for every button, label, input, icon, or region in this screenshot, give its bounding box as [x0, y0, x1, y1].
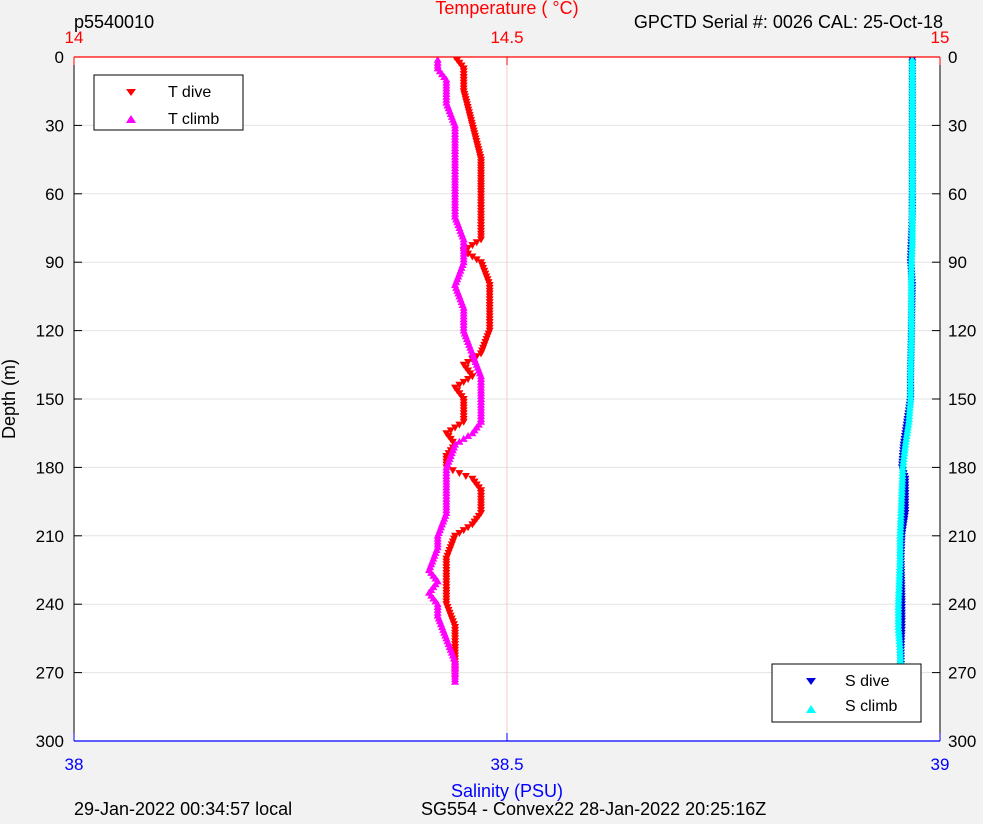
y-tick-label-left: 210	[36, 527, 64, 546]
bottom-axis-tick-label: 38	[65, 755, 84, 774]
y-axis-title: Depth (m)	[0, 359, 19, 439]
top-axis-tick-label: 14.5	[490, 28, 523, 47]
top-axis-title: Temperature ( °C)	[435, 0, 578, 18]
bottom-axis-title: Salinity (PSU)	[451, 781, 563, 801]
y-tick-label-left: 0	[55, 48, 64, 67]
chart-svg: 0 0 30 30 60 60 90 90 120 120 150 150 180 180 210 210 24…	[0, 0, 976, 819]
legend-temperature: T dive T climb	[93, 74, 244, 131]
footer-local-time: 29-Jan-2022 00:34:57 local	[74, 799, 292, 819]
bottom-axis-tick-label: 38.5	[490, 755, 523, 774]
instrument-cal-label: GPCTD Serial #: 0026 CAL: 25-Oct-18	[634, 12, 943, 32]
y-tick-label-left: 90	[45, 253, 64, 272]
chart-figure: 0 0 30 30 60 60 90 90 120 120 150 150 180 180 210 210 24…	[0, 0, 983, 819]
y-tick-label-left: 240	[36, 595, 64, 614]
y-tick-label-left: 270	[36, 664, 64, 683]
legend-s-dive-label: S dive	[845, 673, 890, 690]
profile-id: p5540010	[74, 12, 154, 32]
y-tick-label-left: 120	[36, 322, 64, 341]
y-tick-label-left: 180	[36, 458, 64, 477]
legend-t-climb-label: T climb	[168, 111, 219, 128]
footer-mission: SG554 - Convex22 28-Jan-2022 20:25:16Z	[421, 799, 766, 819]
legend-t-dive-label: T dive	[168, 84, 211, 101]
y-tick-label-right: 150	[948, 390, 976, 409]
legend-s-climb-label: S climb	[845, 698, 898, 715]
y-tick-label-right: 0	[948, 48, 957, 67]
y-tick-label-left: 60	[45, 185, 64, 204]
y-tick-label-right: 90	[948, 253, 967, 272]
y-tick-label-right: 240	[948, 595, 976, 614]
y-tick-label-right: 210	[948, 527, 976, 546]
bottom-axis-tick-label: 39	[931, 755, 950, 774]
y-tick-label-right: 300	[948, 732, 976, 751]
legend-salinity: S dive S climb	[771, 663, 922, 723]
y-tick-label-right: 30	[948, 116, 967, 135]
y-tick-label-left: 150	[36, 390, 64, 409]
y-tick-label-right: 120	[948, 322, 976, 341]
y-tick-label-left: 300	[36, 732, 64, 751]
y-tick-label-right: 270	[948, 664, 976, 683]
y-tick-label-right: 180	[948, 458, 976, 477]
y-tick-label-left: 30	[45, 116, 64, 135]
y-tick-label-right: 60	[948, 185, 967, 204]
